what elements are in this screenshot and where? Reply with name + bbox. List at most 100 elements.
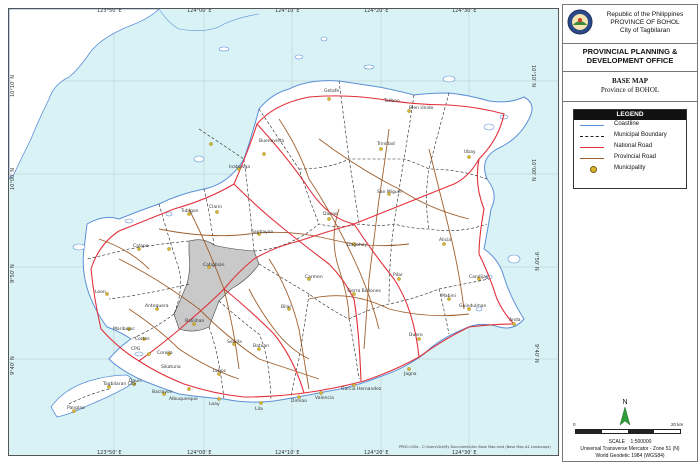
scale-end: 20 km (671, 422, 684, 427)
municipality-symbol (590, 166, 597, 173)
town-label: Catigbian (203, 263, 225, 268)
town-label: Sagbayan (251, 230, 274, 235)
projection-line1: Universal Transverse Mercator - Zone 51 … (580, 446, 680, 452)
tick-top: 124°10' E (275, 8, 300, 14)
town-label: Mabini (441, 294, 456, 299)
town-label: Loay (209, 402, 220, 407)
projection-line2: World Geodetic 1984 (WGS84) (595, 453, 665, 459)
tick-top: 124°30' E (452, 8, 477, 14)
town-label: Loboc (213, 369, 227, 374)
cebu-coastline (9, 9, 160, 180)
map-title: BASE MAP (612, 77, 648, 85)
tick-right: 9°50' N (533, 252, 540, 271)
town-label: Panglao (67, 406, 85, 411)
tick-bottom: 123°50' E (97, 450, 122, 456)
legend: LEGEND Coastline Municipal Boundary Nati… (573, 109, 687, 189)
legend-label: Municipal Boundary (614, 132, 667, 138)
town-label: Albuquerque (169, 397, 198, 402)
town-label: Ubay (464, 150, 476, 155)
scale-text: SCALE 1:500000 (563, 439, 697, 445)
town-label: Calape (133, 244, 149, 249)
town-label: Jagna (404, 372, 417, 377)
tick-bottom: 124°20' E (364, 450, 389, 456)
town-label: Buenavista (259, 139, 285, 144)
scale-bar: 0 20 km (571, 422, 689, 437)
town-label: Balilihan (185, 319, 205, 324)
tick-top: 124°00' E (187, 8, 212, 14)
town-label: Dimiao (291, 399, 307, 404)
office-title: PROVINCIAL PLANNING & DEVELOPMENT OFFICE (582, 47, 678, 65)
town-label: Clarin (209, 205, 223, 210)
tick-left: 9°50' N (10, 264, 16, 283)
town-label: Loon (95, 290, 106, 295)
town-label: Sevilla (227, 340, 242, 345)
town-label: Sikatuna (161, 365, 181, 370)
town-label: Sierra Bullones (347, 289, 381, 294)
map-canvas (9, 9, 558, 455)
header-text: Republic of the Philippines PROVINCE OF … (593, 11, 697, 35)
town-label: Getafe (324, 89, 340, 94)
tick-top: 124°20' E (364, 8, 389, 14)
town-label: Batuan (253, 344, 270, 349)
town-label: Bilar (281, 305, 292, 310)
divider (563, 71, 697, 72)
town-label: Antequera (145, 304, 169, 309)
boundary-symbol (580, 136, 604, 137)
town-label: CPG (131, 347, 141, 352)
town-label: Duero (409, 333, 423, 338)
legend-label: Provincial Road (614, 154, 657, 160)
town-label: Alicia (439, 238, 452, 243)
legend-item-boundary: Municipal Boundary (574, 131, 686, 142)
town-label: Dagohoy (347, 243, 368, 248)
town-label: Bien Unido (409, 106, 434, 111)
tick-right: 9°40' N (533, 344, 540, 363)
tick-bottom: 124°30' E (452, 450, 477, 456)
republic-label: Republic of the Philippines (606, 11, 684, 18)
divider (563, 43, 697, 44)
tick-left: 9°40' N (10, 356, 16, 375)
town-label: Valencia (315, 396, 334, 401)
town-label: Cortes (135, 337, 150, 342)
town-label: Garcia Hernandez (341, 387, 382, 392)
town-label: Trinidad (377, 142, 395, 147)
scale-start: 0 (573, 422, 576, 427)
town-label: Inabanga (229, 165, 251, 170)
town-label: Lila (255, 407, 263, 412)
town-label: Talibon (384, 99, 400, 104)
town-label: Baclayon (152, 390, 173, 395)
legend-label: National Road (614, 143, 653, 149)
tick-left: 10°10' N (10, 75, 16, 97)
town-label: Tagbilaran City (103, 382, 137, 387)
map-panel: Tubigon Clarin Inabanga Buenavista Getaf… (8, 8, 559, 456)
town-label: Pilar (393, 273, 403, 278)
legend-item-coastline: Coastline (574, 120, 686, 131)
province-label: PROVINCE OF BOHOL (610, 19, 680, 26)
scale-ratio: 1:500000 (630, 439, 652, 445)
town-label: Candijay (469, 275, 489, 280)
tick-right: 10°10' N (530, 65, 537, 87)
national-road-symbol (580, 147, 604, 148)
scale-graphic (575, 429, 681, 434)
town-label: Guindulman (459, 304, 487, 309)
tick-left: 10°00' N (10, 168, 16, 190)
town-label: Danao (323, 212, 338, 217)
legend-item-municipality: Municipality (574, 164, 686, 175)
map-credit: PPDO-GISd - C:\Users\Gis\My Documents\Ar… (399, 445, 551, 449)
divider (563, 101, 697, 102)
town-label: San Miguel (377, 190, 402, 195)
coastline-symbol (580, 125, 604, 126)
tick-bottom: 124°10' E (275, 450, 300, 456)
legend-item-provincial-road: Provincial Road (574, 153, 686, 164)
town-label: Maribojoc (113, 327, 135, 332)
legend-title: LEGEND (574, 110, 686, 120)
provincial-road-symbol (580, 158, 604, 159)
provincial-seal-icon (567, 9, 593, 35)
town-label: Corella (157, 351, 173, 356)
tick-top: 123°50' E (97, 8, 122, 14)
tick-right: 10°00' N (530, 159, 537, 181)
north-label: N (622, 399, 627, 406)
legend-label: Municipality (614, 165, 646, 171)
tick-bottom: 124°00' E (187, 450, 212, 456)
map-subtitle: Province of BOHOL (600, 86, 660, 94)
town-label: Anda (509, 318, 521, 323)
